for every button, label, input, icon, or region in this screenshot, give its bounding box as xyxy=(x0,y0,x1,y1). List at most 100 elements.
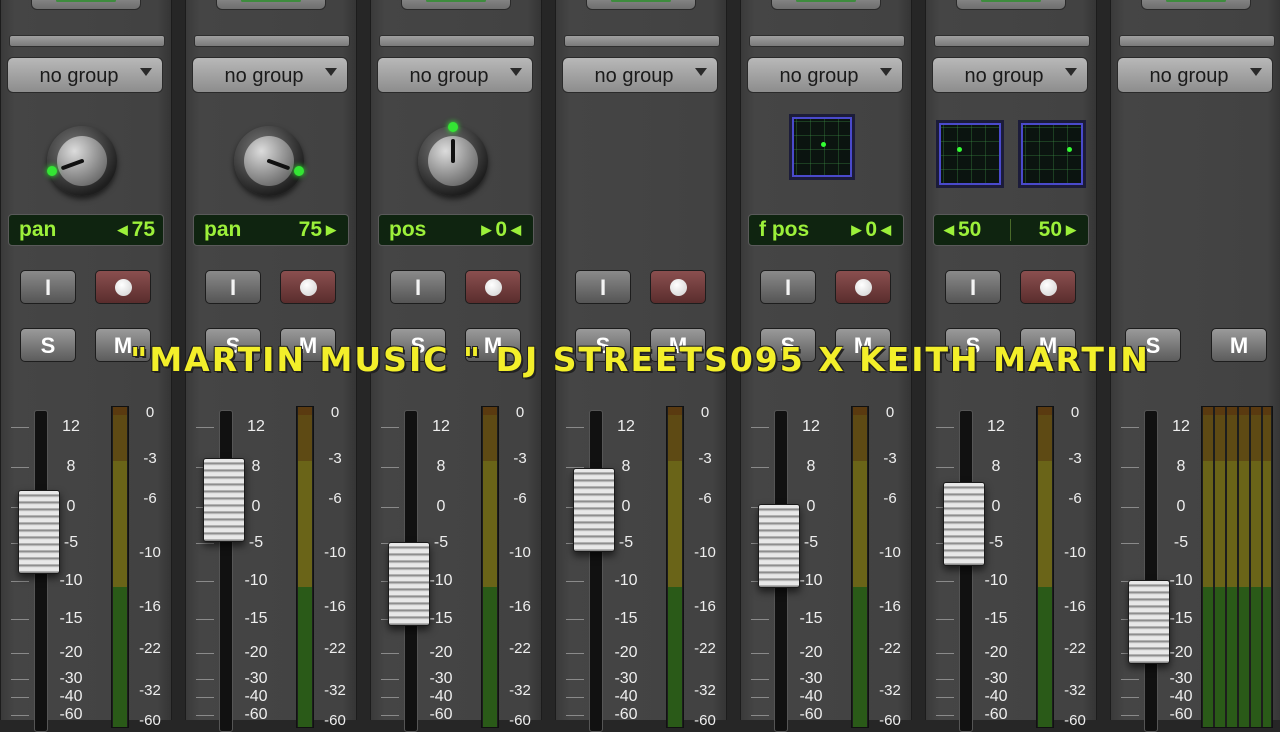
meter-scale-label: -60 xyxy=(694,712,716,729)
fader-scale-label: 8 xyxy=(251,458,261,475)
solo-safe-tab[interactable] xyxy=(956,0,1066,10)
volume-fader-cap[interactable] xyxy=(388,542,430,626)
position-display[interactable]: pos ▶ 0 ◀ xyxy=(378,214,534,246)
track-name-field[interactable] xyxy=(564,35,720,47)
fader-scale-label: -20 xyxy=(984,644,1008,661)
fader-scale-label: 8 xyxy=(1176,458,1186,475)
chevron-down-icon xyxy=(510,68,522,76)
fader-section: 12 8 0 -5 -10 -15 -20 -30 -40 -60 0 -3 -6 -10 -16 -22 -3… xyxy=(556,400,726,732)
record-arm-button[interactable] xyxy=(280,270,336,304)
group-selector[interactable]: no group xyxy=(1117,57,1273,93)
volume-fader-cap[interactable] xyxy=(573,468,615,552)
left-arrow-icon: ◀ xyxy=(511,222,521,237)
scale-tick xyxy=(381,697,399,698)
meter-scale-label: -22 xyxy=(324,640,346,657)
scale-tick xyxy=(1121,679,1139,680)
fader-scale-label: -60 xyxy=(59,706,83,723)
fader-scale-label: -15 xyxy=(429,610,453,627)
fader-scale-label: -5 xyxy=(63,534,79,551)
input-monitor-button[interactable]: I xyxy=(390,270,446,304)
panner-position-dot[interactable] xyxy=(957,147,962,152)
level-meter xyxy=(851,406,869,728)
track-name-field[interactable] xyxy=(9,35,165,47)
panner-position-dot[interactable] xyxy=(821,142,826,147)
fader-scale-label: -10 xyxy=(614,572,638,589)
track-name-field[interactable] xyxy=(934,35,1090,47)
pan-label: pan xyxy=(19,218,57,241)
volume-fader-cap[interactable] xyxy=(1128,580,1170,664)
fader-scale-label: -30 xyxy=(799,670,823,687)
solo-safe-tab[interactable] xyxy=(31,0,141,10)
position-display[interactable]: f pos ▶ 0 ◀ xyxy=(748,214,904,246)
fader-scale-label: 0 xyxy=(436,498,446,515)
record-arm-button[interactable] xyxy=(835,270,891,304)
xy-panner-right[interactable] xyxy=(1018,120,1086,188)
pan-display[interactable]: pan ◀ 75 xyxy=(8,214,164,246)
group-selector[interactable]: no group xyxy=(932,57,1088,93)
volume-fader-cap[interactable] xyxy=(758,504,800,588)
chevron-down-icon xyxy=(1250,68,1262,76)
record-arm-button[interactable] xyxy=(1020,270,1076,304)
solo-safe-tab[interactable] xyxy=(586,0,696,10)
track-name-field[interactable] xyxy=(749,35,905,47)
input-monitor-button[interactable]: I xyxy=(945,270,1001,304)
meter-scale-label: 0 xyxy=(330,404,340,421)
group-selector[interactable]: no group xyxy=(747,57,903,93)
fader-scale-label: -20 xyxy=(59,644,83,661)
pan-knob[interactable] xyxy=(234,126,304,196)
meter-scale-label: -60 xyxy=(509,712,531,729)
track-name-field[interactable] xyxy=(379,35,535,47)
group-selector[interactable]: no group xyxy=(562,57,718,93)
input-monitor-button[interactable]: I xyxy=(760,270,816,304)
fader-track[interactable] xyxy=(959,410,973,732)
pan-knob[interactable] xyxy=(47,126,117,196)
scale-tick xyxy=(566,697,584,698)
position-knob[interactable] xyxy=(418,122,488,196)
fader-scale-label: -10 xyxy=(1169,572,1193,589)
meter-scale-label: -10 xyxy=(509,544,531,561)
scale-tick xyxy=(566,653,584,654)
meter-segment xyxy=(668,461,682,587)
input-monitor-button[interactable]: I xyxy=(205,270,261,304)
fader-scale-label: -30 xyxy=(429,670,453,687)
track-name-field[interactable] xyxy=(194,35,350,47)
right-arrow-icon: ▶ xyxy=(851,222,862,237)
solo-safe-tab[interactable] xyxy=(1141,0,1251,10)
stereo-pan-display[interactable]: ◀ 50 50 ▶ xyxy=(933,214,1089,246)
fader-scale-label: -15 xyxy=(59,610,83,627)
track-name-field[interactable] xyxy=(1119,35,1275,47)
solo-safe-tab[interactable] xyxy=(401,0,511,10)
fader-scale-label: 8 xyxy=(991,458,1001,475)
input-monitor-button[interactable]: I xyxy=(575,270,631,304)
fader-track[interactable] xyxy=(1144,410,1158,732)
input-monitor-button[interactable]: I xyxy=(20,270,76,304)
solo-safe-tab[interactable] xyxy=(771,0,881,10)
fader-section: 12 8 0 -5 -10 -15 -20 -30 -40 -60 0 -3 -6 -10 -16 -22 -3… xyxy=(1,400,171,732)
record-arm-button[interactable] xyxy=(95,270,151,304)
video-caption: "MARTIN MUSIC " DJ STREETS095 X KEITH MA… xyxy=(130,340,1150,379)
panner-position-dot[interactable] xyxy=(1067,147,1072,152)
volume-fader-cap[interactable] xyxy=(943,482,985,567)
pan-label: pan xyxy=(204,218,242,241)
volume-fader-cap[interactable] xyxy=(203,458,245,542)
chevron-down-icon xyxy=(325,68,337,76)
record-arm-button[interactable] xyxy=(465,270,521,304)
xy-panner-left[interactable] xyxy=(936,120,1004,188)
fader-scale-label: -5 xyxy=(433,534,449,551)
solo-safe-tab[interactable] xyxy=(216,0,326,10)
fader-scale-label: -10 xyxy=(429,572,453,589)
volume-fader-cap[interactable] xyxy=(18,489,60,574)
record-arm-button[interactable] xyxy=(650,270,706,304)
meter-segment xyxy=(483,461,497,587)
group-selector[interactable]: no group xyxy=(192,57,348,93)
group-selector[interactable]: no group xyxy=(377,57,533,93)
fader-track[interactable] xyxy=(589,410,603,732)
xy-panner[interactable] xyxy=(789,114,855,180)
led-indicator xyxy=(448,122,458,132)
pan-display[interactable]: pan 75 ▶ xyxy=(193,214,349,246)
fader-scale-label: -40 xyxy=(614,688,638,705)
group-selector[interactable]: no group xyxy=(7,57,163,93)
meter-segment xyxy=(1038,587,1052,727)
scale-tick xyxy=(936,679,954,680)
fader-scale-label: -10 xyxy=(799,572,823,589)
